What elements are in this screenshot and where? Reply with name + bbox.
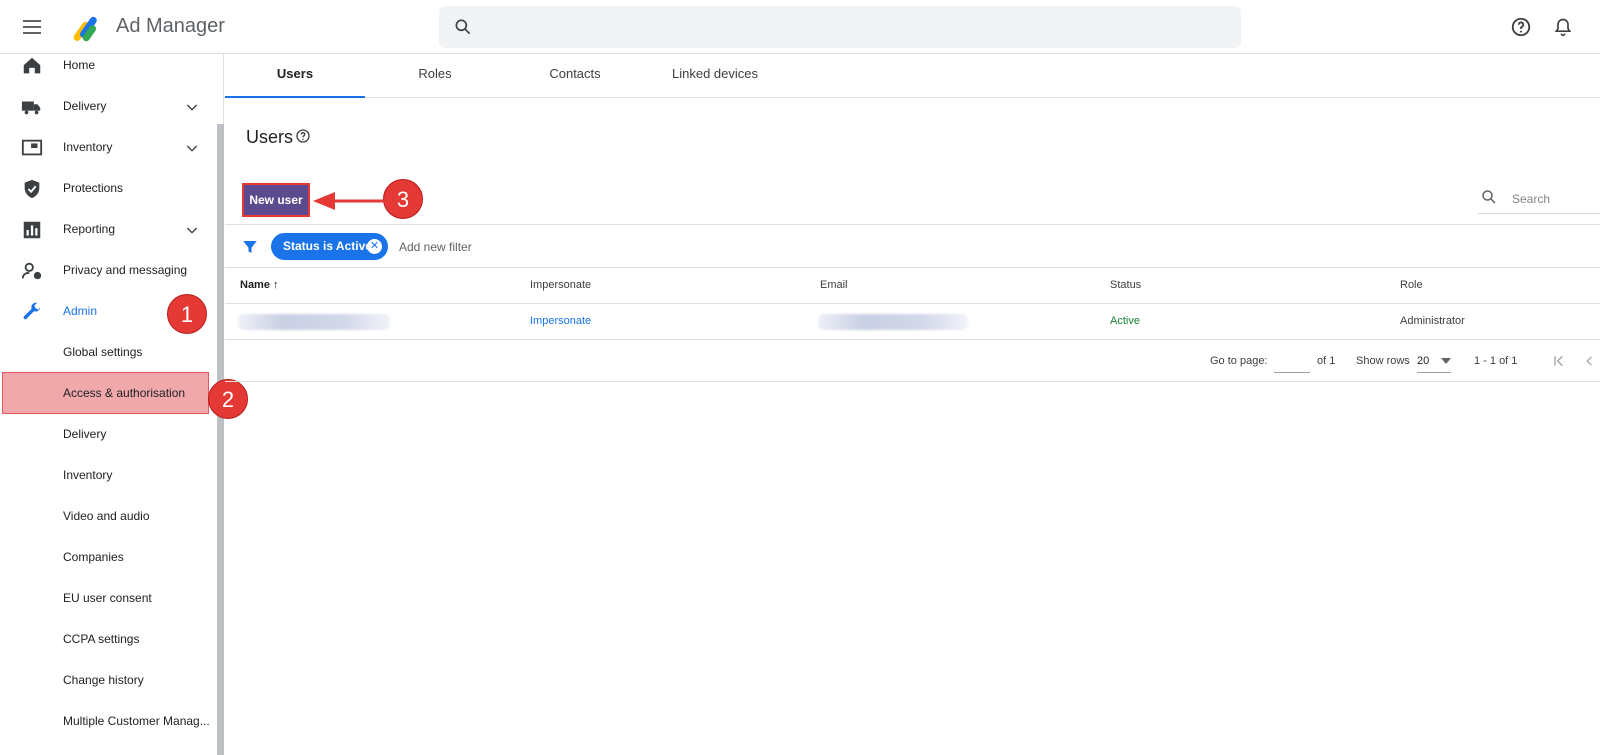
- sidebar-item-delivery[interactable]: Delivery: [0, 87, 214, 127]
- redacted-email: [818, 314, 968, 330]
- sort-arrow-up-icon: ↑: [273, 279, 279, 291]
- column-header-status: Status: [1110, 279, 1142, 291]
- rows-per-page-select[interactable]: 20: [1417, 351, 1451, 373]
- rows-per-page-value: 20: [1417, 355, 1430, 367]
- home-icon: [23, 57, 41, 74]
- prev-page-icon[interactable]: [1582, 353, 1596, 369]
- column-header-role: Role: [1400, 279, 1423, 291]
- column-header-email: Email: [820, 279, 848, 291]
- sidebar-item-eu-consent[interactable]: EU user consent: [0, 579, 214, 619]
- sidebar-item-label: Change history: [63, 673, 144, 687]
- sidebar-item-label: Reporting: [63, 222, 116, 236]
- table-search-field[interactable]: Search: [1478, 180, 1600, 214]
- bar-chart-icon: [23, 221, 41, 239]
- inventory-icon: [21, 139, 43, 156]
- global-search-bar[interactable]: [439, 6, 1241, 48]
- sidebar-nav: Home Delivery Inventory Protections Repo…: [0, 54, 224, 755]
- sidebar-item-label: EU user consent: [63, 591, 152, 605]
- annotation-badge-1: 1: [167, 294, 207, 334]
- sidebar-item-label: Global settings: [63, 345, 143, 359]
- table-row[interactable]: Impersonate Active Administrator: [225, 304, 1600, 340]
- chip-label: Status is Active: [283, 239, 372, 253]
- redacted-name: [238, 314, 390, 330]
- tab-users[interactable]: Users: [225, 54, 365, 98]
- filter-bar: Status is Active ✕ Add new filter: [225, 224, 1600, 268]
- sidebar-item-label: Inventory: [63, 140, 113, 154]
- column-header-impersonate: Impersonate: [530, 279, 592, 291]
- search-icon: [455, 19, 471, 35]
- sidebar-item-label: CCPA settings: [63, 632, 140, 646]
- hamburger-menu-icon[interactable]: [20, 16, 44, 38]
- filter-icon[interactable]: [241, 238, 259, 256]
- help-icon[interactable]: [1510, 16, 1532, 38]
- sidebar-item-reporting[interactable]: Reporting: [0, 210, 214, 250]
- sidebar-item-privacy[interactable]: Privacy and messaging: [0, 251, 214, 291]
- role-value: Administrator: [1400, 315, 1465, 327]
- annotation-badge-2: 2: [208, 379, 248, 419]
- ad-manager-logo: [73, 16, 97, 42]
- sidebar-item-label: Inventory: [63, 468, 113, 482]
- first-page-icon[interactable]: [1551, 353, 1567, 369]
- sidebar-item-label: Delivery: [63, 99, 107, 113]
- range-label: 1 - 1 of 1: [1474, 355, 1518, 367]
- add-filter-link[interactable]: Add new filter: [399, 240, 472, 254]
- sidebar-item-access-authorisation[interactable]: Access & authorisation: [2, 372, 209, 414]
- sidebar-item-video-audio[interactable]: Video and audio: [0, 497, 214, 537]
- sidebar-item-label: Video and audio: [63, 509, 150, 523]
- caret-down-icon: [1441, 358, 1451, 364]
- chevron-down-icon[interactable]: [184, 140, 200, 156]
- sidebar-item-delivery-sub[interactable]: Delivery: [0, 415, 214, 455]
- new-user-button[interactable]: New user: [242, 183, 310, 217]
- sidebar-item-label: Privacy and messaging: [63, 263, 188, 277]
- sidebar-item-mcm[interactable]: Multiple Customer Manag...: [0, 702, 214, 742]
- chevron-down-icon[interactable]: [184, 222, 200, 238]
- search-placeholder: Search: [1512, 192, 1551, 206]
- sidebar-item-inventory-sub[interactable]: Inventory: [0, 456, 214, 496]
- annotation-badge-3: 3: [383, 179, 423, 219]
- table-header: Name ↑ Impersonate Email Status Role: [225, 268, 1600, 304]
- impersonate-link[interactable]: Impersonate: [530, 315, 591, 327]
- tab-bar: Users Roles Contacts Linked devices: [225, 54, 1600, 98]
- shield-icon: [24, 179, 40, 199]
- sidebar-item-change-history[interactable]: Change history: [0, 661, 214, 701]
- person-lock-icon: [21, 262, 42, 280]
- help-icon[interactable]: [295, 128, 311, 144]
- status-value: Active: [1110, 315, 1140, 327]
- chevron-down-icon[interactable]: [184, 99, 200, 115]
- truck-icon: [21, 101, 41, 115]
- top-app-bar: Ad Manager: [0, 0, 1600, 54]
- page-title: Users: [246, 127, 294, 147]
- sidebar-item-ccpa[interactable]: CCPA settings: [0, 620, 214, 660]
- sidebar-item-label: Access & authorisation: [63, 386, 186, 400]
- sidebar-item-label: Home: [63, 58, 96, 72]
- tab-linked-devices[interactable]: Linked devices: [645, 54, 785, 98]
- sidebar-item-inventory[interactable]: Inventory: [0, 128, 214, 168]
- sidebar-item-home[interactable]: Home: [0, 46, 214, 86]
- page-number-input[interactable]: [1274, 351, 1310, 373]
- sidebar-item-label: Delivery: [63, 427, 107, 441]
- notifications-bell-icon[interactable]: [1553, 16, 1573, 38]
- wrench-icon: [23, 302, 41, 320]
- sidebar-item-label: Multiple Customer Manag...: [63, 714, 210, 728]
- tab-contacts[interactable]: Contacts: [505, 54, 645, 98]
- column-header-name[interactable]: Name ↑: [240, 279, 279, 291]
- total-pages-label: of 1: [1317, 355, 1336, 367]
- sidebar-item-global-settings[interactable]: Global settings: [0, 333, 214, 373]
- sidebar-item-protections[interactable]: Protections: [0, 169, 214, 209]
- sidebar-item-companies[interactable]: Companies: [0, 538, 214, 578]
- sidebar-item-label: Protections: [63, 181, 124, 195]
- sidebar-item-label: Companies: [63, 550, 124, 564]
- tab-roles[interactable]: Roles: [365, 54, 505, 98]
- close-icon[interactable]: ✕: [367, 239, 382, 254]
- sidebar-scrollbar[interactable]: [217, 124, 224, 755]
- show-rows-label: Show rows: [1356, 355, 1410, 367]
- go-to-page-label: Go to page:: [1210, 355, 1268, 367]
- search-icon: [1482, 190, 1496, 204]
- app-title: Ad Manager: [116, 15, 225, 37]
- sidebar-item-label: Admin: [63, 304, 98, 318]
- status-filter-chip[interactable]: Status is Active ✕: [271, 233, 388, 260]
- pagination-bar: Go to page: of 1 Show rows 20 1 - 1 of 1: [225, 340, 1600, 382]
- annotation-arrow: [313, 192, 385, 210]
